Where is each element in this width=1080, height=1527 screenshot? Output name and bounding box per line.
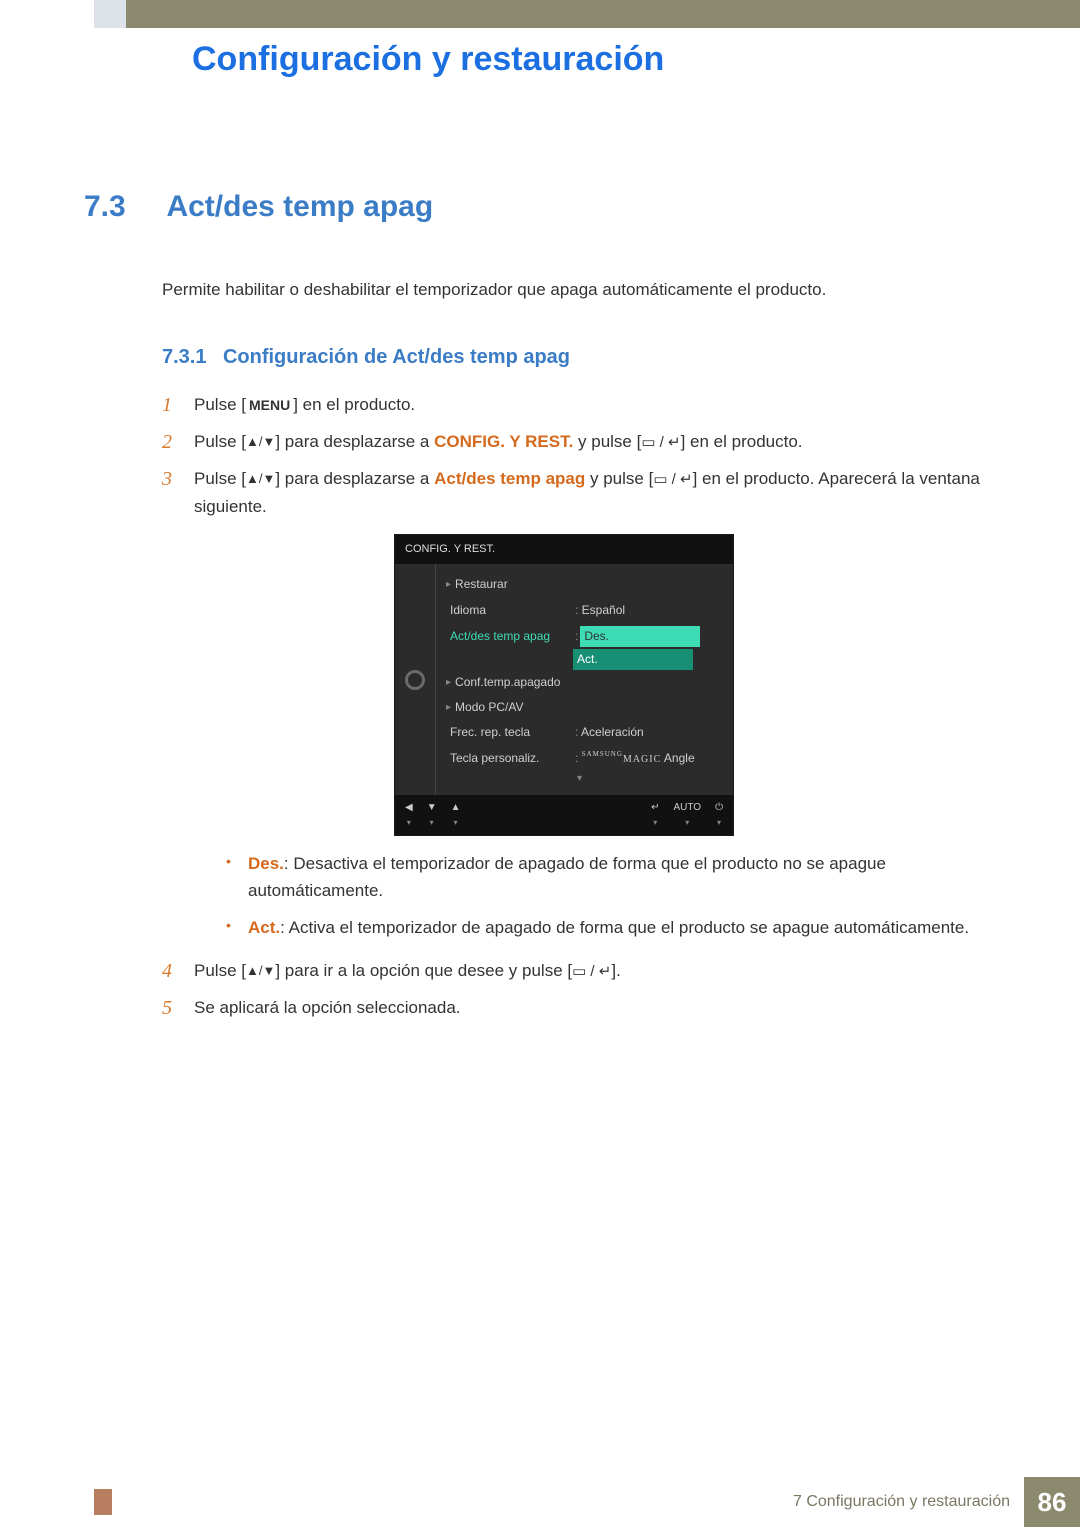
osd-row: ▸Conf.temp.apagado (436, 670, 723, 695)
bullet-label: Des. (248, 854, 284, 873)
gear-icon (405, 670, 425, 690)
osd-footer: ◀▾ ▼▾ ▲▾ ↵▾ AUTO▾ ⏻▾ (395, 795, 733, 835)
footer-tab (94, 1489, 112, 1515)
step-text: Pulse [ (194, 961, 246, 980)
step-text: Pulse [ (194, 469, 246, 488)
osd-screenshot: CONFIG. Y REST. ▸Restaurar IdiomaEspañol… (394, 534, 734, 836)
step-text: ] para desplazarse a (275, 469, 434, 488)
steps-list: 1 Pulse [MENU] en el producto. 2 Pulse [… (162, 391, 980, 1022)
subsection-number: 7.3.1 (162, 346, 206, 368)
page-footer: 7 Configuración y restauración 86 (94, 1477, 1080, 1527)
enter-key: ▭ / ↵ (653, 468, 692, 492)
footer-text: 7 Configuración y restauración (793, 1493, 1010, 1511)
section-body: 7.3 Act/des temp apag Permite habilitar … (84, 190, 980, 1032)
step-number: 4 (162, 955, 172, 987)
osd-row: Act. (436, 650, 723, 670)
section-intro: Permite habilitar o deshabilitar el temp… (162, 280, 980, 300)
osd-row: Frec. rep. teclaAceleración (436, 720, 723, 745)
step-text: ] para ir a la opción que desee y pulse … (275, 961, 572, 980)
osd-value: Aceleración (575, 723, 644, 742)
osd-row: ▸Restaurar (436, 572, 723, 597)
osd-option-selected: Des. (580, 626, 700, 647)
bullet-des: Des.: Desactiva el temporizador de apaga… (226, 850, 980, 904)
osd-header: CONFIG. Y REST. (395, 535, 733, 565)
header-band (94, 0, 1080, 28)
updown-key: ▲/▼ (246, 961, 275, 982)
osd-label: Restaurar (455, 575, 580, 594)
subsection-title: Configuración de Act/des temp apag (223, 346, 570, 368)
chapter-title: Configuración y restauración (192, 40, 664, 79)
osd-row: ▸Modo PC/AV (436, 695, 723, 720)
step-3: 3 Pulse [▲/▼] para desplazarse a Act/des… (162, 465, 980, 941)
osd-option: Act. (573, 649, 693, 670)
step-2: 2 Pulse [▲/▼] para desplazarse a CONFIG.… (162, 428, 980, 455)
target-menu: Act/des temp apag (434, 469, 585, 488)
updown-key: ▲/▼ (246, 469, 275, 490)
osd-body: ▸Restaurar IdiomaEspañol Act/des temp ap… (395, 564, 733, 795)
step-number: 3 (162, 463, 172, 495)
target-menu: CONFIG. Y REST. (434, 432, 573, 451)
section-number: 7.3 (84, 190, 162, 224)
bullet-act: Act.: Activa el temporizador de apagado … (226, 914, 980, 941)
header-tab (94, 0, 126, 28)
osd-icon-col (395, 564, 435, 795)
step-5: 5 Se aplicará la opción seleccionada. (162, 994, 980, 1021)
osd-row: IdiomaEspañol (436, 598, 723, 623)
step-text: y pulse [ (585, 469, 653, 488)
updown-key: ▲/▼ (246, 432, 275, 453)
page-number: 86 (1024, 1477, 1080, 1527)
step-text: ]. (611, 961, 620, 980)
step-text: Pulse [ (194, 432, 246, 451)
step-text: Se aplicará la opción seleccionada. (194, 998, 461, 1017)
osd-label: Act/des temp apag (450, 627, 575, 646)
step-1: 1 Pulse [MENU] en el producto. (162, 391, 980, 418)
osd-label: Idioma (450, 601, 575, 620)
step-4: 4 Pulse [▲/▼] para ir a la opción que de… (162, 957, 980, 984)
step-number: 1 (162, 389, 172, 421)
bullet-text: : Desactiva el temporizador de apagado d… (248, 854, 886, 900)
osd-label: Tecla personaliz. (450, 749, 575, 768)
menu-key: MENU (246, 394, 293, 416)
osd-label: Modo PC/AV (455, 698, 580, 717)
step-text: Pulse [ (194, 395, 246, 414)
osd-label: Conf.temp.apagado (455, 673, 580, 692)
step-text: ] en el producto. (681, 432, 803, 451)
section-title: Act/des temp apag (166, 190, 433, 224)
step-text: y pulse [ (573, 432, 641, 451)
step-text: ] para desplazarse a (275, 432, 434, 451)
enter-key: ▭ / ↵ (641, 431, 680, 455)
osd-value: SAMSUNGMAGIC Angle (575, 749, 695, 768)
subsection-heading: 7.3.1 Configuración de Act/des temp apag (162, 346, 980, 369)
osd-label: Frec. rep. tecla (450, 723, 575, 742)
option-bullets: Des.: Desactiva el temporizador de apaga… (226, 850, 980, 942)
osd-rows: ▸Restaurar IdiomaEspañol Act/des temp ap… (435, 564, 733, 795)
step-number: 5 (162, 992, 172, 1024)
bullet-text: : Activa el temporizador de apagado de f… (280, 918, 969, 937)
osd-value: Español (575, 601, 625, 620)
step-number: 2 (162, 426, 172, 458)
enter-key: ▭ / ↵ (572, 960, 611, 984)
osd-row: Tecla personaliz.SAMSUNGMAGIC Angle (436, 746, 723, 771)
step-text: ] en el producto. (293, 395, 415, 414)
osd-row-highlight: Act/des temp apag: Des. (436, 623, 723, 650)
bullet-label: Act. (248, 918, 280, 937)
